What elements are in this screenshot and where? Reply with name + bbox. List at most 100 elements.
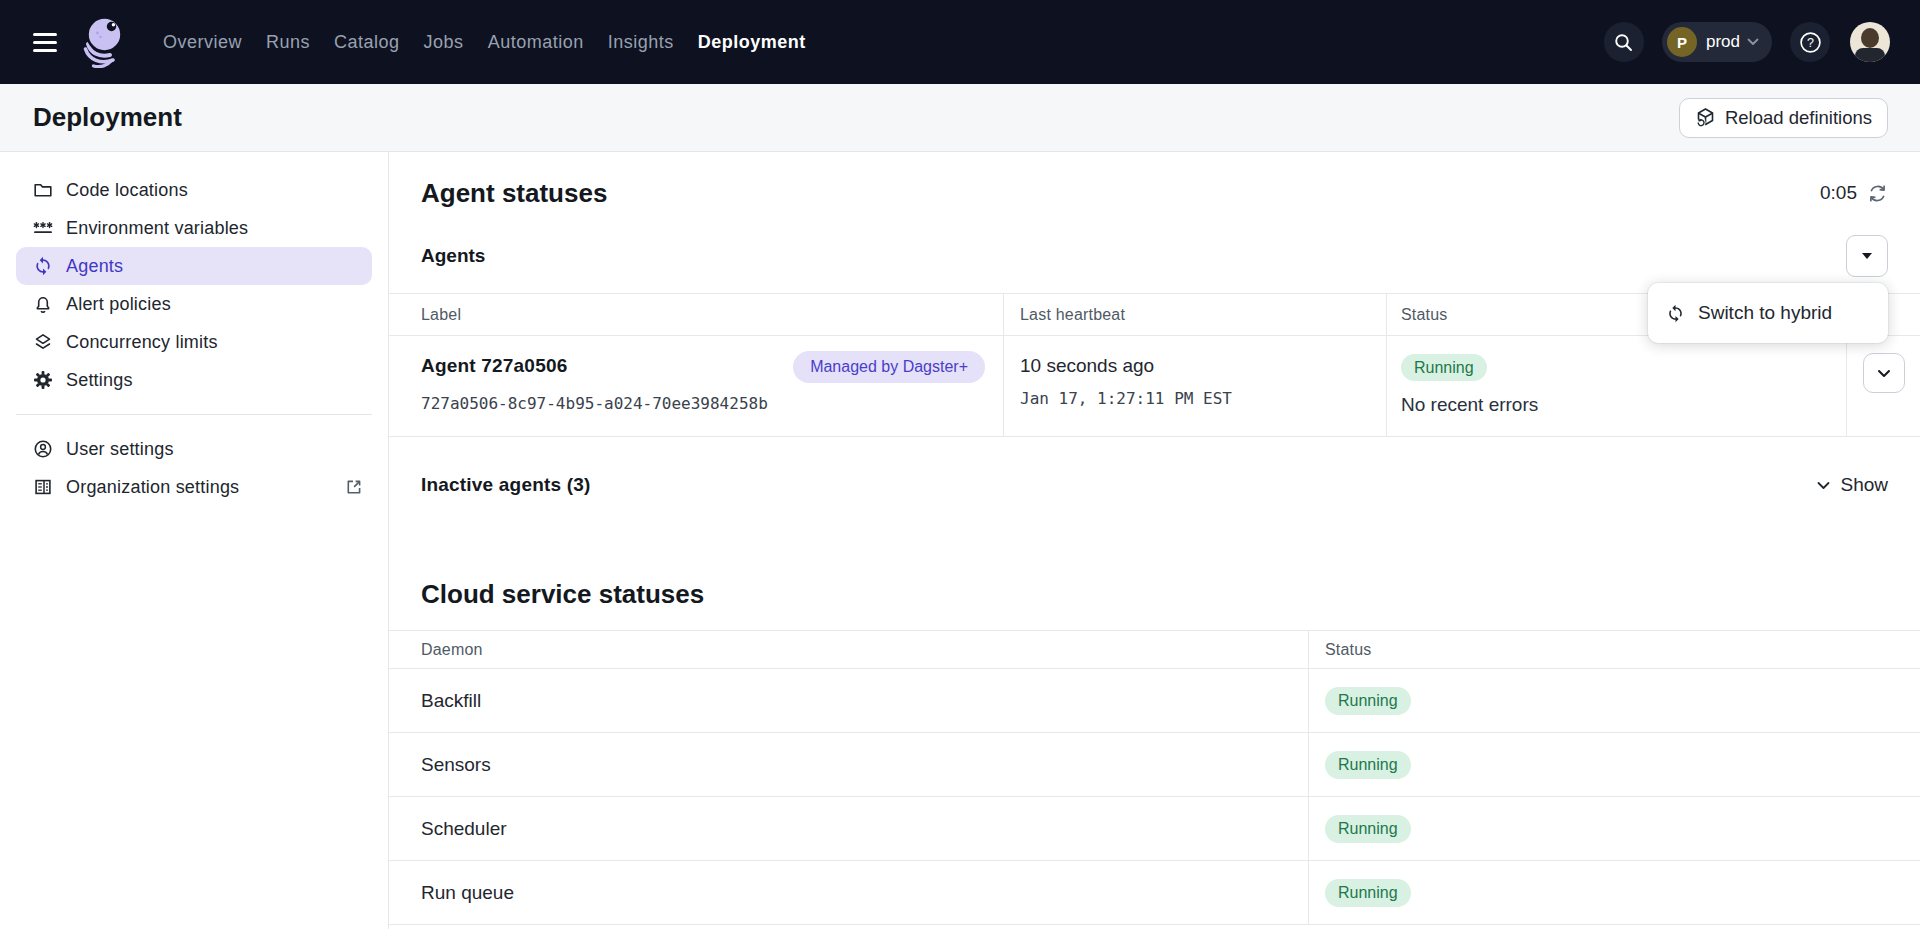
menu-item-label: Switch to hybrid xyxy=(1698,302,1832,324)
agent-row-expand-button[interactable] xyxy=(1863,353,1905,393)
refresh-icon[interactable] xyxy=(1867,183,1888,204)
daemon-status-cell: Running xyxy=(1308,733,1920,797)
managed-badge: Managed by Dagster+ xyxy=(793,351,985,383)
sidebar-item-alert-policies[interactable]: Alert policies xyxy=(0,285,388,323)
column-header-label: Label xyxy=(389,294,1003,336)
settings-sidebar: Code locations Environment variables xyxy=(0,152,389,929)
daemon-table: Daemon Status Backfill Running Sensors R… xyxy=(389,630,1920,925)
nav-item-deployment[interactable]: Deployment xyxy=(698,0,806,84)
page-title: Deployment xyxy=(33,102,182,133)
column-header-status: Status xyxy=(1308,631,1920,669)
sidebar-item-organization-settings[interactable]: Organization settings xyxy=(0,468,388,506)
sidebar-item-label: Settings xyxy=(66,370,133,391)
nav-item-automation[interactable]: Automation xyxy=(488,0,584,84)
daemon-status-cell: Running xyxy=(1308,669,1920,733)
nav-item-catalog[interactable]: Catalog xyxy=(334,0,400,84)
dagster-logo xyxy=(78,16,130,68)
chevron-down-icon xyxy=(1747,38,1759,46)
agent-heartbeat-cell: 10 seconds ago Jan 17, 1:27:11 PM EST xyxy=(1003,336,1386,437)
sidebar-item-code-locations[interactable]: Code locations xyxy=(0,171,388,209)
primary-nav: Overview Runs Catalog Jobs Automation In… xyxy=(163,0,830,84)
heartbeat-relative: 10 seconds ago xyxy=(1020,354,1386,378)
agent-uuid: 727a0506-8c97-4b95-a024-70ee3984258b xyxy=(421,393,1003,415)
sidebar-divider xyxy=(16,414,372,415)
bell-icon xyxy=(33,294,53,314)
status-badge: Running xyxy=(1325,751,1411,779)
sidebar-item-label: Agents xyxy=(66,256,123,277)
daemon-name: Backfill xyxy=(389,669,1308,733)
deployment-switcher[interactable]: P prod xyxy=(1662,22,1772,62)
user-circle-icon xyxy=(33,439,53,459)
heartbeat-absolute: Jan 17, 1:27:11 PM EST xyxy=(1020,388,1386,410)
nav-item-insights[interactable]: Insights xyxy=(608,0,674,84)
variables-icon xyxy=(33,218,53,238)
agents-section-title: Agents xyxy=(421,245,485,267)
chevron-down-icon xyxy=(1877,369,1891,378)
sidebar-item-user-settings[interactable]: User settings xyxy=(0,430,388,468)
agent-status-cell: Running No recent errors xyxy=(1386,336,1846,437)
sidebar-item-label: Code locations xyxy=(66,180,188,201)
refresh-countdown: 0:05 xyxy=(1820,182,1888,204)
svg-text:?: ? xyxy=(1807,36,1814,50)
sidebar-item-label: Environment variables xyxy=(66,218,248,239)
column-header-last-heartbeat: Last heartbeat xyxy=(1003,294,1386,336)
status-note: No recent errors xyxy=(1401,394,1846,416)
help-icon: ? xyxy=(1799,31,1822,54)
nav-item-runs[interactable]: Runs xyxy=(266,0,310,84)
status-badge: Running xyxy=(1325,879,1411,907)
daemon-name: Sensors xyxy=(389,733,1308,797)
show-label: Show xyxy=(1840,474,1888,496)
gear-icon xyxy=(33,370,53,390)
caret-down-icon xyxy=(1862,253,1872,259)
agent-name: Agent 727a0506 xyxy=(421,354,567,378)
page-header: Deployment Reload definitions xyxy=(0,84,1920,152)
cloud-service-statuses-title: Cloud service statuses xyxy=(421,579,1920,609)
show-inactive-toggle[interactable]: Show xyxy=(1817,474,1888,496)
reload-definitions-label: Reload definitions xyxy=(1725,107,1872,129)
column-header-daemon: Daemon xyxy=(389,631,1308,669)
agents-actions-dropdown-button[interactable] xyxy=(1846,235,1888,277)
help-button[interactable]: ? xyxy=(1790,22,1830,62)
deployment-name: prod xyxy=(1706,32,1740,52)
sidebar-item-agents[interactable]: Agents xyxy=(16,247,372,285)
sidebar-item-concurrency-limits[interactable]: Concurrency limits xyxy=(0,323,388,361)
menu-icon[interactable] xyxy=(33,33,57,52)
box-reload-icon xyxy=(1695,107,1716,128)
daemon-status-cell: Running xyxy=(1308,797,1920,861)
countdown-value: 0:05 xyxy=(1820,182,1857,204)
daemon-status-cell: Running xyxy=(1308,861,1920,925)
nav-item-overview[interactable]: Overview xyxy=(163,0,242,84)
sidebar-item-environment-variables[interactable]: Environment variables xyxy=(0,209,388,247)
external-link-icon xyxy=(346,479,362,495)
reload-definitions-button[interactable]: Reload definitions xyxy=(1679,98,1888,138)
main-content: Agent statuses 0:05 Agents Label Last he… xyxy=(389,152,1920,929)
agent-label-cell: Agent 727a0506 Managed by Dagster+ 727a0… xyxy=(389,336,1003,437)
agent-actions-cell xyxy=(1846,336,1920,437)
building-icon xyxy=(33,477,53,497)
status-badge: Running xyxy=(1325,815,1411,843)
top-navbar: Overview Runs Catalog Jobs Automation In… xyxy=(0,0,1920,84)
search-button[interactable] xyxy=(1604,22,1644,62)
sidebar-item-settings[interactable]: Settings xyxy=(0,361,388,399)
sidebar-item-label: User settings xyxy=(66,439,174,460)
daemon-name: Scheduler xyxy=(389,797,1308,861)
deployment-avatar: P xyxy=(1667,27,1697,57)
menu-item-switch-to-hybrid[interactable]: Switch to hybrid xyxy=(1666,302,1832,324)
agent-sync-icon xyxy=(1666,304,1685,323)
status-badge: Running xyxy=(1325,687,1411,715)
nav-item-jobs[interactable]: Jobs xyxy=(424,0,464,84)
search-icon xyxy=(1613,32,1634,53)
user-avatar[interactable] xyxy=(1850,22,1890,62)
inactive-agents-label: Inactive agents (3) xyxy=(421,474,591,496)
status-badge: Running xyxy=(1401,354,1487,381)
agent-statuses-title: Agent statuses xyxy=(421,179,607,207)
daemon-name: Run queue xyxy=(389,861,1308,925)
chevron-down-icon xyxy=(1817,481,1830,490)
sidebar-item-label: Concurrency limits xyxy=(66,332,218,353)
agents-actions-menu: Switch to hybrid xyxy=(1648,283,1888,343)
sidebar-item-label: Alert policies xyxy=(66,294,171,315)
folder-icon xyxy=(33,180,53,200)
layers-icon xyxy=(33,332,53,352)
agent-sync-icon xyxy=(33,256,53,276)
sidebar-item-label: Organization settings xyxy=(66,477,239,498)
